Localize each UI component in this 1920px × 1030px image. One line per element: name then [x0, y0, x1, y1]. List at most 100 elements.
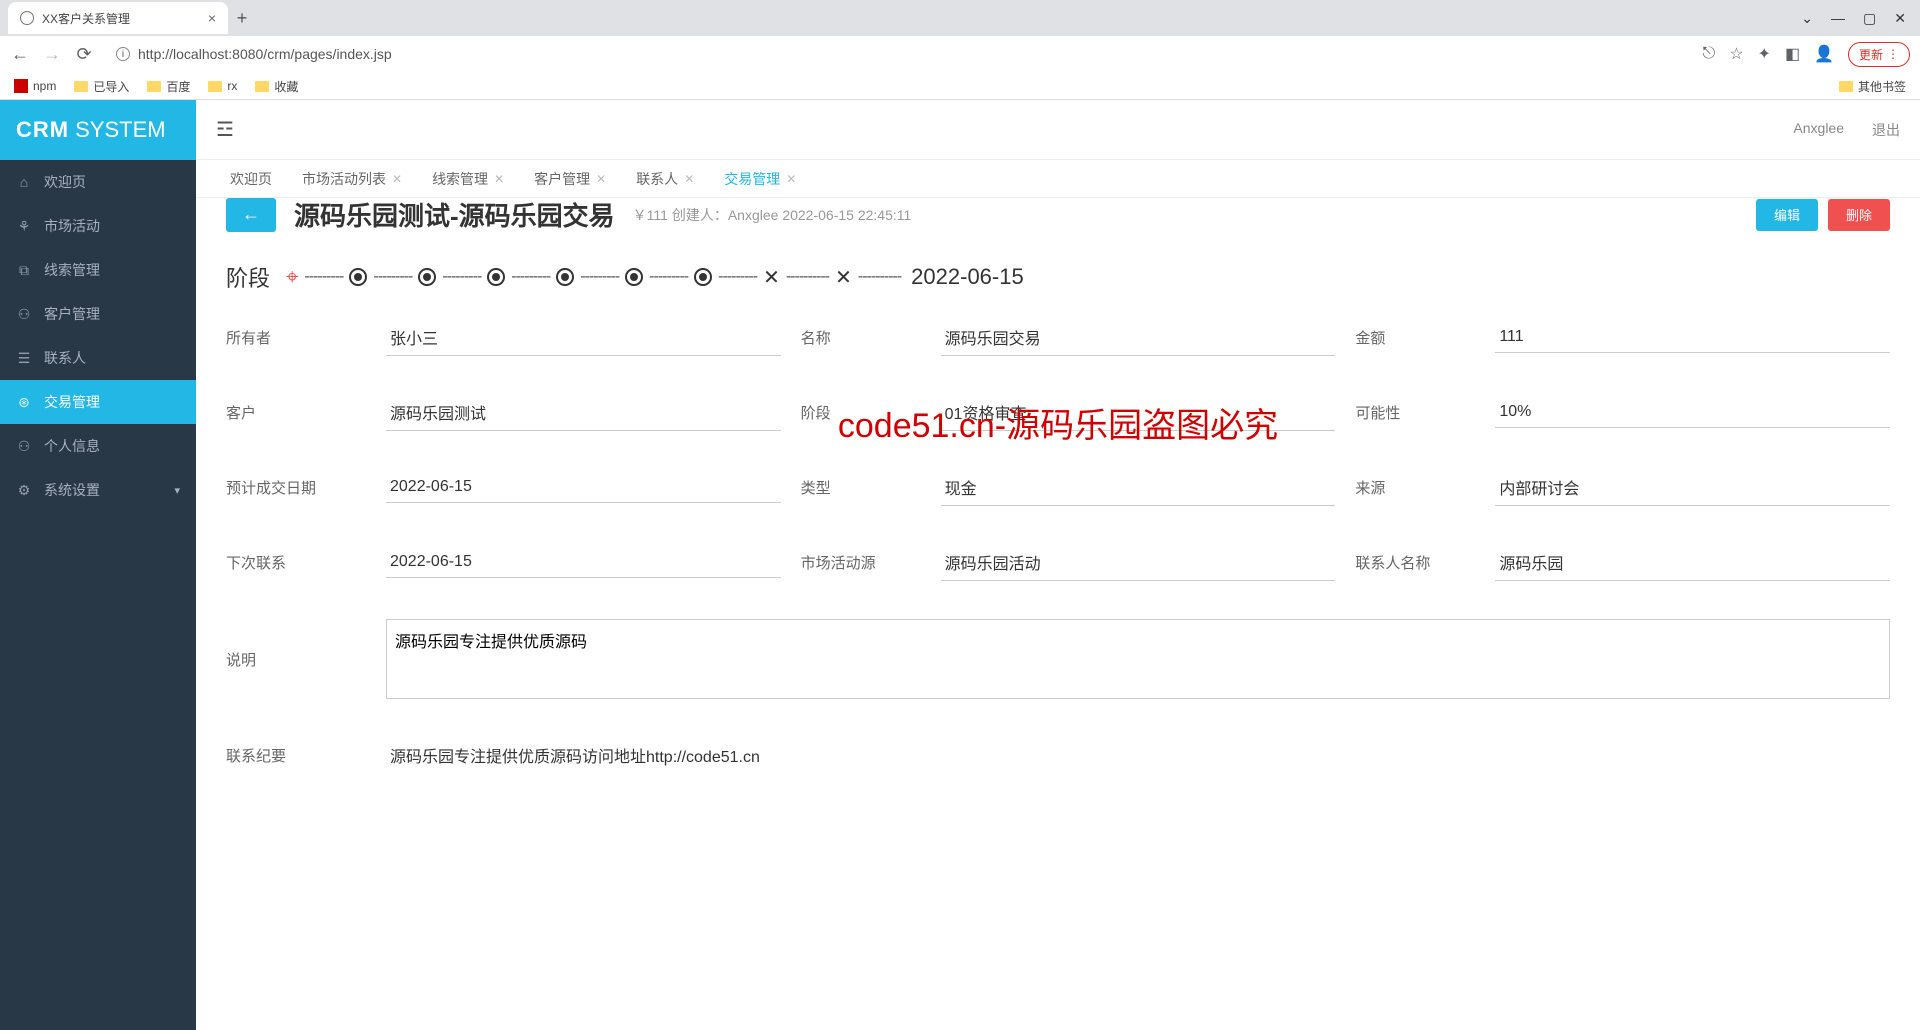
- customer-label: 客户: [226, 402, 366, 423]
- customer-value[interactable]: 源码乐园测试: [386, 394, 781, 431]
- chevron-down-icon: ▾: [174, 484, 180, 497]
- sidebar-item[interactable]: ⚙ 系统设置 ▾: [0, 468, 196, 512]
- close-icon[interactable]: ✕: [392, 172, 402, 186]
- close-icon[interactable]: ✕: [596, 172, 606, 186]
- tab-bar: XX客户关系管理 × + ⌄ — ▢ ✕: [0, 0, 1920, 36]
- stage-dot-icon[interactable]: [349, 268, 367, 286]
- other-bookmarks[interactable]: 其他书签: [1839, 78, 1906, 95]
- logout-button[interactable]: 退出: [1872, 120, 1900, 140]
- stage-dot-icon[interactable]: [418, 268, 436, 286]
- owner-label: 所有者: [226, 327, 366, 348]
- close-icon[interactable]: ✕: [684, 172, 694, 186]
- delete-button[interactable]: 删除: [1828, 199, 1890, 231]
- reload-icon[interactable]: ⟳: [74, 44, 94, 64]
- folder-icon: [147, 81, 161, 92]
- next-value[interactable]: 2022-06-15: [386, 547, 781, 578]
- new-tab-button[interactable]: +: [228, 4, 256, 32]
- tab-label: 联系人: [636, 169, 678, 189]
- back-icon[interactable]: ←: [10, 44, 30, 64]
- sidebar-item-label: 市场活动: [44, 216, 100, 236]
- pin-icon[interactable]: ⌖: [286, 264, 298, 290]
- bookmarks-bar: npm 已导入 百度 rx 收藏 其他书签: [0, 72, 1920, 100]
- name-value[interactable]: 源码乐园交易: [941, 319, 1336, 356]
- page-tab[interactable]: 客户管理✕: [520, 161, 620, 197]
- sidebar-item-label: 个人信息: [44, 436, 100, 456]
- site-info-icon[interactable]: i: [116, 47, 130, 61]
- sidebar-item-label: 欢迎页: [44, 172, 86, 192]
- side-panel-icon[interactable]: ◧: [1785, 44, 1800, 64]
- amount-label: 金额: [1355, 327, 1475, 348]
- possibility-value[interactable]: 10%: [1495, 397, 1890, 428]
- stage-fld-value[interactable]: 01资格审查: [941, 394, 1336, 431]
- activity-label: 市场活动源: [801, 552, 921, 573]
- bookmark-npm[interactable]: npm: [14, 79, 56, 93]
- amount-value[interactable]: 111: [1495, 322, 1890, 353]
- edit-button[interactable]: 编辑: [1756, 199, 1818, 231]
- profile-icon[interactable]: 👤: [1814, 44, 1834, 64]
- user-name[interactable]: Anxglee: [1793, 120, 1844, 140]
- hamburger-icon[interactable]: ☲: [216, 117, 234, 142]
- globe-icon: [20, 11, 34, 25]
- sidebar-item-label: 系统设置: [44, 480, 100, 500]
- expect-label: 预计成交日期: [226, 477, 366, 498]
- sidebar-item[interactable]: ⚇个人信息: [0, 424, 196, 468]
- minimize-icon[interactable]: —: [1831, 10, 1845, 27]
- sidebar-item[interactable]: ☰联系人: [0, 336, 196, 380]
- page-tabs: 欢迎页市场活动列表✕线索管理✕客户管理✕联系人✕交易管理✕: [196, 160, 1920, 198]
- url-text: http://localhost:8080/crm/pages/index.js…: [138, 46, 392, 62]
- bookmark-fav[interactable]: 收藏: [255, 78, 298, 95]
- nav-icon: ⚙: [16, 482, 32, 499]
- sidebar-item[interactable]: ⧉线索管理: [0, 248, 196, 292]
- stage-dot-icon[interactable]: [487, 268, 505, 286]
- contact-value[interactable]: 源码乐园: [1495, 544, 1890, 581]
- desc-textarea[interactable]: 源码乐园专注提供优质源码: [386, 619, 1890, 699]
- back-button[interactable]: ←: [226, 198, 276, 232]
- nav-icon: ⌂: [16, 174, 32, 190]
- activity-value[interactable]: 源码乐园活动: [941, 544, 1336, 581]
- type-value[interactable]: 现金: [941, 469, 1336, 506]
- close-icon[interactable]: ×: [208, 10, 216, 26]
- share-icon[interactable]: ⎋: [1703, 45, 1716, 63]
- expect-value[interactable]: 2022-06-15: [386, 472, 781, 503]
- close-window-icon[interactable]: ✕: [1894, 10, 1906, 27]
- source-value[interactable]: 内部研讨会: [1495, 469, 1890, 506]
- close-icon[interactable]: ✕: [494, 172, 504, 186]
- sidebar-item[interactable]: ⊛交易管理: [0, 380, 196, 424]
- stage-dot-icon[interactable]: [556, 268, 574, 286]
- app: CRMSYSTEM ⌂欢迎页⚘市场活动⧉线索管理⚇客户管理☰联系人⊛交易管理⚇个…: [0, 100, 1920, 1030]
- forward-icon: →: [42, 44, 62, 64]
- npm-icon: [14, 79, 28, 93]
- page-tab[interactable]: 市场活动列表✕: [288, 161, 416, 197]
- bookmark-baidu[interactable]: 百度: [147, 78, 190, 95]
- page-tab[interactable]: 线索管理✕: [418, 161, 518, 197]
- star-icon[interactable]: ☆: [1729, 44, 1743, 64]
- detail-subtitle: ￥111 创建人：Anxglee 2022-06-15 22:45:11: [633, 205, 912, 225]
- extensions-icon[interactable]: ✦: [1758, 44, 1771, 64]
- chevron-down-icon[interactable]: ⌄: [1801, 10, 1813, 27]
- stage-label: 阶段: [226, 261, 270, 293]
- summary-label: 联系纪要: [226, 745, 366, 766]
- bookmark-import[interactable]: 已导入: [74, 78, 129, 95]
- bookmark-rx[interactable]: rx: [208, 79, 237, 93]
- maximize-icon[interactable]: ▢: [1863, 10, 1876, 27]
- sidebar-item[interactable]: ⚇客户管理: [0, 292, 196, 336]
- owner-value[interactable]: 张小三: [386, 319, 781, 356]
- window-controls: ⌄ — ▢ ✕: [1801, 10, 1920, 27]
- url-input[interactable]: i http://localhost:8080/crm/pages/index.…: [106, 42, 1691, 66]
- stage-x-icon[interactable]: ✕: [835, 265, 852, 290]
- browser-tab[interactable]: XX客户关系管理 ×: [8, 2, 228, 34]
- sidebar-item-label: 联系人: [44, 348, 86, 368]
- update-button[interactable]: 更新⋮: [1848, 42, 1910, 67]
- page-tab[interactable]: 交易管理✕: [710, 161, 810, 197]
- topbar: ☲ Anxglee 退出: [196, 100, 1920, 160]
- stage-dot-icon[interactable]: [694, 268, 712, 286]
- close-icon[interactable]: ✕: [786, 172, 796, 186]
- sidebar-item-label: 交易管理: [44, 392, 100, 412]
- sidebar-item[interactable]: ⚘市场活动: [0, 204, 196, 248]
- page-tab[interactable]: 联系人 ✕: [622, 161, 708, 197]
- content[interactable]: code51.cn-源码乐园盗图必究 ← 源码乐园测试-源码乐园交易 ￥111 …: [196, 198, 1920, 1030]
- stage-dot-icon[interactable]: [625, 268, 643, 286]
- page-tab[interactable]: 欢迎页: [216, 161, 286, 197]
- stage-x-icon[interactable]: ✕: [763, 265, 780, 290]
- sidebar-item[interactable]: ⌂ 欢迎页: [0, 160, 196, 204]
